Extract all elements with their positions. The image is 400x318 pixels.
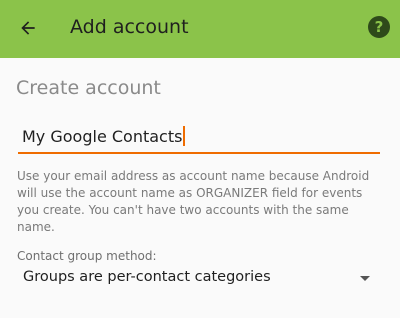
help-icon[interactable]: ? xyxy=(368,16,390,38)
section-title: Create account xyxy=(16,77,161,99)
contact-group-method-dropdown[interactable]: Groups are per-contact categories xyxy=(17,264,377,292)
add-account-screen: Add account ? Create account My Google C… xyxy=(0,0,400,318)
account-name-value: My Google Contacts xyxy=(22,127,183,146)
back-button[interactable] xyxy=(10,10,46,46)
account-name-field[interactable]: My Google Contacts xyxy=(18,120,380,154)
arrow-back-icon xyxy=(21,21,35,35)
page-title: Add account xyxy=(70,16,189,38)
help-glyph: ? xyxy=(374,17,384,36)
account-name-helper-text: Use your email address as account name b… xyxy=(17,169,370,234)
contact-group-method-label: Contact group method: xyxy=(17,249,157,263)
toolbar: Add account ? xyxy=(0,0,400,58)
account-name-value-wrapper: My Google Contacts xyxy=(22,126,186,146)
contact-group-method-value: Groups are per-contact categories xyxy=(23,269,271,285)
dropdown-arrow-icon xyxy=(360,276,370,281)
text-cursor xyxy=(183,126,186,146)
